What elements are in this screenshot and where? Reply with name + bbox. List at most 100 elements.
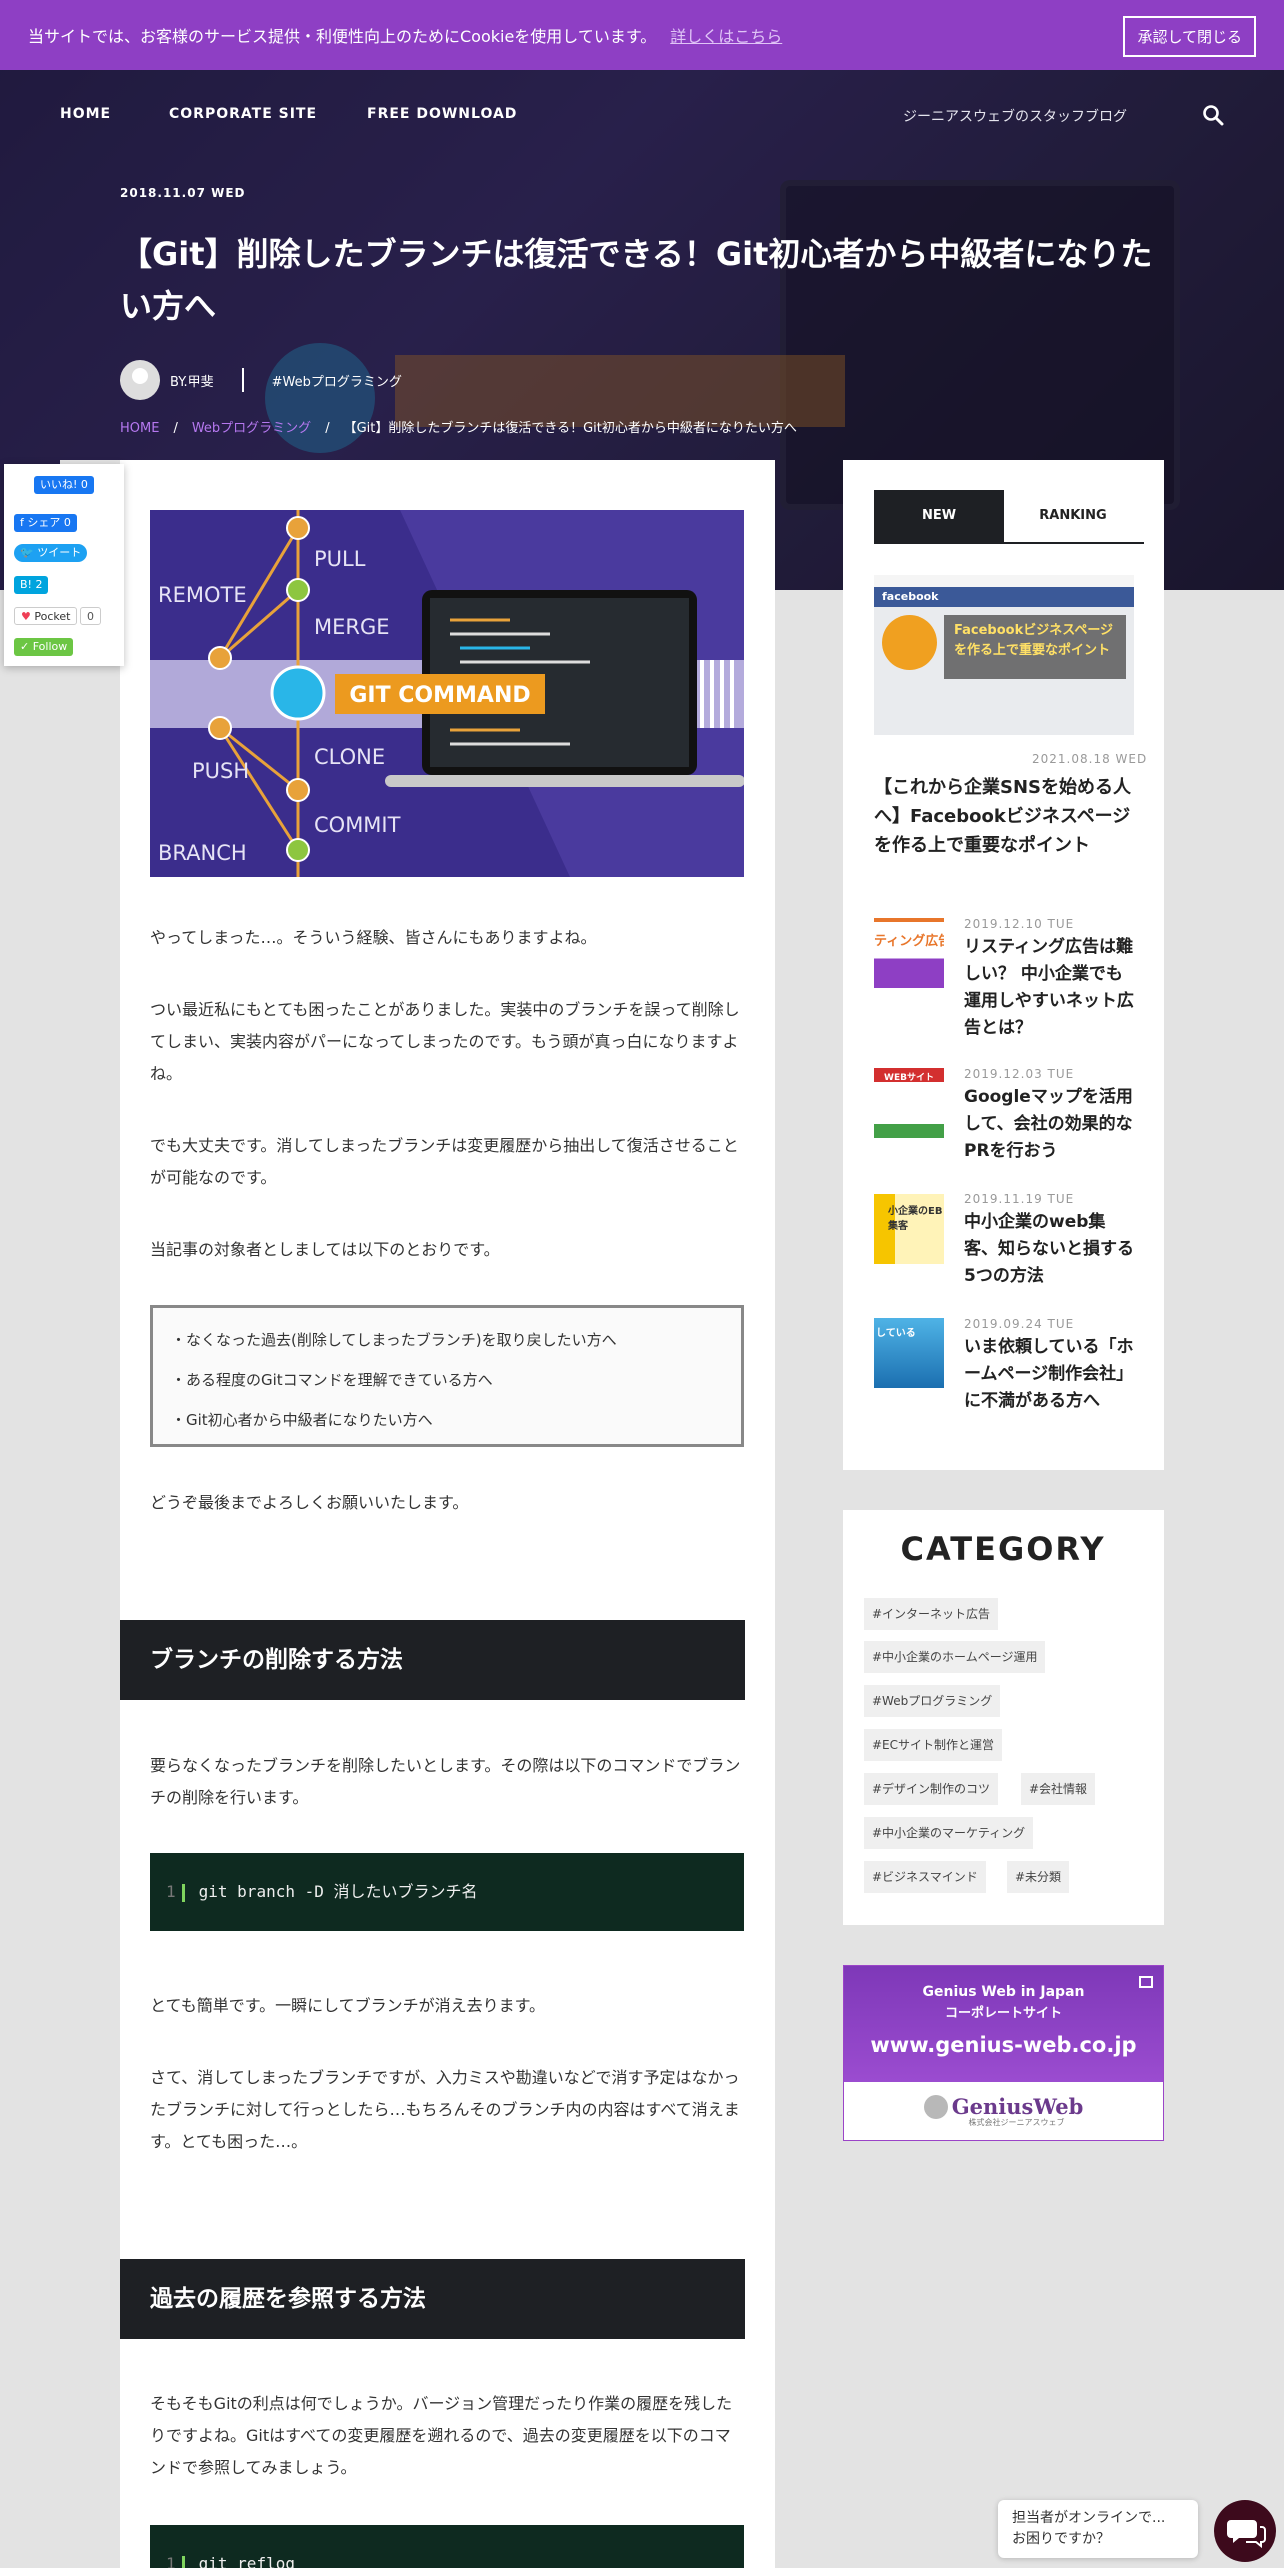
article-date: 2018.11.07 WED: [120, 186, 246, 200]
paragraph-8: さて、消してしまったブランチですが、入力ミスや勘違いなどで消す予定はなかったブラ…: [150, 2068, 740, 2151]
post-thumbnail[interactable]: ティング広告い?: [874, 918, 944, 988]
banner-logo: GeniusWeb: [951, 2094, 1084, 2119]
banner-url: www.genius-web.co.jp: [870, 2033, 1137, 2057]
pocket-count: 0: [80, 607, 101, 625]
breadcrumb-category[interactable]: Webプログラミング: [192, 421, 311, 436]
section-heading-history: 過去の履歴を参照する方法: [120, 2259, 745, 2339]
feedly-follow-button[interactable]: ✓ Follow: [14, 638, 74, 656]
category-tag[interactable]: #中小企業のホームページ運用: [864, 1641, 1046, 1673]
external-link-icon: [1139, 1976, 1153, 1988]
target-item: ・なくなった過去(削除してしまったブランチ)を取り戻したい方へ: [171, 1331, 617, 1349]
hero-label-commit: COMMIT: [314, 813, 401, 837]
chat-line1: 担当者がオンラインで...: [1012, 2510, 1166, 2526]
breadcrumb: HOME / Webプログラミング / 【Git】削除したブランチは復活できる！Git初…: [120, 421, 797, 436]
chat-open-button[interactable]: [1214, 2500, 1276, 2562]
hero-label-branch: BRANCH: [158, 841, 247, 865]
code-line-number: 1: [166, 2554, 176, 2568]
facebook-like-button[interactable]: いいね! 0: [34, 476, 94, 494]
paragraph-7: とても簡単です。一瞬にしてブランチが消え去ります。: [150, 1996, 546, 2015]
hatena-button[interactable]: B! 2: [14, 576, 49, 594]
hero-label-clone: CLONE: [314, 745, 385, 769]
search-icon[interactable]: [1202, 104, 1224, 126]
category-tag[interactable]: #Webプログラミング: [864, 1685, 1001, 1717]
paragraph-1: やってしまった…。そういう経験、皆さんにもありますよね。: [150, 928, 597, 947]
article-title: 【Git】削除したブランチは復活できる！Git初心者から中級者になりたい方へ: [120, 235, 1153, 325]
nav-corporate-site[interactable]: CORPORATE SITE: [169, 106, 317, 122]
target-item: ・Git初心者から中級者になりたい方へ: [171, 1411, 433, 1429]
post-date: 2019.12.10 TUE: [964, 917, 1075, 931]
article-meta: BY.甲斐 #Webプログラミング: [120, 360, 402, 400]
category-tag[interactable]: #ECサイト制作と運営: [864, 1729, 1003, 1761]
chat-icon: [1227, 2520, 1266, 2549]
post-thumbnail[interactable]: 小企業のEB集客: [874, 1194, 944, 1264]
post-date: 2019.11.19 TUE: [964, 1192, 1075, 1206]
target-item: ・ある程度のGitコマンドを理解できている方へ: [171, 1371, 493, 1389]
cookie-more-link[interactable]: 詳しくはこちら: [670, 23, 782, 47]
banner-line1: Genius Web in Japan: [922, 1984, 1085, 2000]
hero-badge-label: GIT COMMAND: [349, 683, 530, 708]
nav-home[interactable]: HOME: [60, 106, 111, 122]
tab-ranking[interactable]: RANKING: [1008, 490, 1138, 542]
geniusweb-logo-icon: [923, 2094, 948, 2119]
nav-staff-blog[interactable]: ジーニアスウェブのスタッフブログ: [903, 106, 1127, 126]
hero-label-pull: PULL: [314, 547, 366, 571]
featured-post-title[interactable]: 【これから企業SNSを始める人へ】Facebookビジネスページを作る上で重要な…: [874, 773, 1134, 860]
post-date: 2019.12.03 TUE: [964, 1067, 1075, 1081]
cookie-message: 当サイトでは、お客様のサービス提供・利便性向上のためにCookieを使用していま…: [28, 27, 657, 46]
pocket-button[interactable]: ♥ Pocket: [14, 607, 78, 625]
category-tag[interactable]: #中小企業のマーケティング: [864, 1817, 1034, 1849]
category-tag[interactable]: #ビジネスマインド: [864, 1861, 986, 1893]
chat-line2: お困りですか？: [1012, 2531, 1110, 2547]
post-title[interactable]: 中小企業のweb集客、知らないと損する5つの方法: [964, 1209, 1136, 1290]
tweet-button[interactable]: 🐦 ツイート: [14, 544, 88, 562]
post-title[interactable]: いま依頼している「ホームページ制作会社」に不満がある方へ: [964, 1334, 1136, 1415]
category-title: CATEGORY: [900, 1530, 1106, 1568]
corporate-site-banner[interactable]: Genius Web in Japan コーポレートサイト www.genius…: [843, 1965, 1164, 2141]
featured-post-date: 2021.08.18 WED: [1032, 752, 1148, 766]
hero-label-push: PUSH: [192, 759, 249, 783]
breadcrumb-home[interactable]: HOME: [120, 421, 159, 436]
tab-new[interactable]: NEW: [874, 490, 1004, 542]
paragraph-9: そもそもGitの利点は何でしょうか。バージョン管理だったり作業の履歴を残したりで…: [150, 2394, 733, 2477]
git-diagram-image: GIT COMMAND REMOTE PUSH BRANCH PULL MERG…: [150, 510, 744, 877]
nav-free-download[interactable]: FREE DOWNLOAD: [367, 106, 517, 122]
author-name[interactable]: BY.甲斐: [170, 371, 214, 390]
facebook-share-button[interactable]: f シェア 0: [14, 514, 77, 532]
paragraph-2: つい最近私にもとても困ったことがありました。実装中のブランチを誤って削除してしま…: [150, 1000, 740, 1083]
code-text: git branch -D 消したいブランチ名: [198, 1882, 478, 1901]
category-tag[interactable]: #未分類: [1007, 1861, 1070, 1893]
cookie-accept-button[interactable]: 承認して閉じる: [1123, 16, 1256, 57]
code-block-reflog: 1 git reflog: [150, 2525, 744, 2568]
banner-line2: コーポレートサイト: [944, 2006, 1062, 2021]
breadcrumb-current: 【Git】削除したブランチは復活できる！Git初心者から中級者になりたい方へ: [343, 421, 797, 436]
chat-prompt[interactable]: 担当者がオンラインで... お困りですか？: [998, 2500, 1198, 2558]
hero-label-remote: REMOTE: [158, 583, 247, 607]
category-tag[interactable]: #会社情報: [1021, 1773, 1096, 1805]
paragraph-4: 当記事の対象者としましては以下のとおりです。: [150, 1240, 500, 1259]
paragraph-3: でも大丈夫です。消してしまったブランチは変更履歴から抽出して復活させることが可能…: [150, 1136, 739, 1187]
top-nav: HOME CORPORATE SITE FREE DOWNLOAD ジーニアスウ…: [0, 100, 1284, 132]
hero-label-merge: MERGE: [314, 615, 390, 639]
code-text: git reflog: [198, 2554, 295, 2568]
banner-logo-sub: 株式会社ジーニアスウェブ: [968, 2118, 1065, 2127]
category-tag[interactable]: #デザイン制作のコツ: [864, 1773, 999, 1805]
paragraph-6: 要らなくなったブランチを削除したいとします。その際は以下のコマンドでブランチの削…: [150, 1756, 741, 1807]
featured-post-thumbnail[interactable]: facebook Facebookビジネスページを作る上で重要なポイント: [874, 575, 1134, 735]
post-date: 2019.09.24 TUE: [964, 1317, 1075, 1331]
post-thumbnail[interactable]: WEBサイト: [874, 1068, 944, 1138]
paragraph-5: どうぞ最後までよろしくお願いいたします。: [150, 1493, 469, 1512]
article-tag[interactable]: #Webプログラミング: [272, 371, 402, 390]
post-title[interactable]: リスティング広告は難しい？ 中小企業でも運用しやすいネット広告とは？: [964, 934, 1136, 1042]
category-tag[interactable]: #インターネット広告: [864, 1598, 999, 1630]
target-reader-box: ・なくなった過去(削除してしまったブランチ)を取り戻したい方へ ・ある程度のGi…: [150, 1305, 744, 1447]
share-panel: いいね! 0 f シェア 0 🐦 ツイート B! 2 ♥ Pocket 0 ✓ …: [4, 464, 124, 666]
post-tabs: NEW RANKING: [874, 490, 1144, 544]
article-hero-image: GIT COMMAND REMOTE PUSH BRANCH PULL MERG…: [150, 510, 744, 877]
post-thumbnail[interactable]: している: [874, 1318, 944, 1388]
cookie-bar: 当サイトでは、お客様のサービス提供・利便性向上のためにCookieを使用していま…: [0, 0, 1284, 70]
section-heading-delete: ブランチの削除する方法: [120, 1620, 745, 1700]
avatar: [120, 360, 160, 400]
code-line-number: 1: [166, 1882, 176, 1901]
post-title[interactable]: Googleマップを活用して、会社の効果的なPRを行おう: [964, 1084, 1136, 1165]
meta-divider: [241, 368, 244, 392]
